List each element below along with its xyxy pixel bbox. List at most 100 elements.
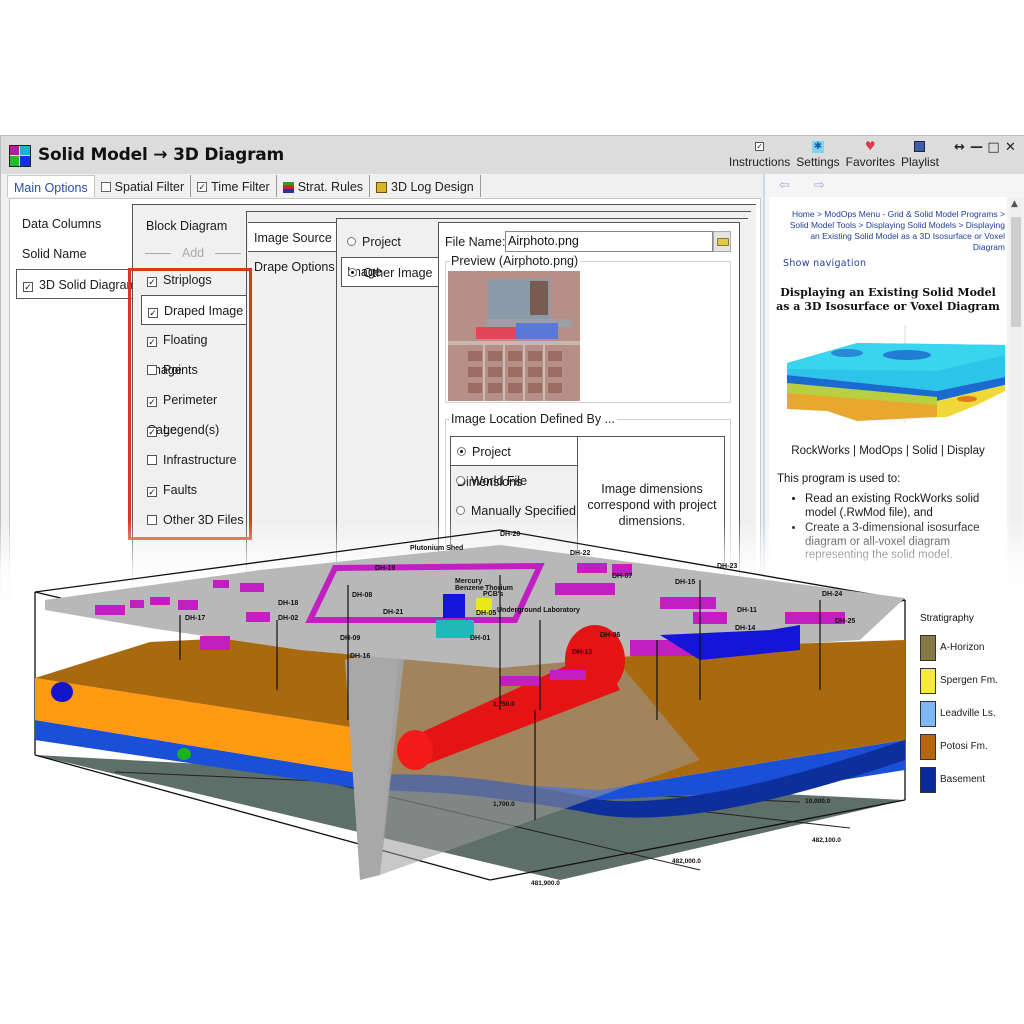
checkbox-checked-icon[interactable]: ✓ bbox=[23, 282, 33, 292]
legend-item: Leadville Ls. bbox=[920, 697, 1020, 730]
legend-item: Potosi Fm. bbox=[920, 730, 1020, 763]
label-dh-22: DH-22 bbox=[570, 550, 590, 557]
radio-icon[interactable] bbox=[456, 506, 465, 515]
label-dh-09: DH-09 bbox=[340, 635, 360, 642]
file-name-input[interactable]: Airphoto.png bbox=[505, 231, 713, 252]
easting-label-482000: 482,000.0 bbox=[672, 858, 701, 865]
legend-swatch bbox=[920, 634, 936, 661]
add-item-button[interactable]: Add bbox=[141, 241, 245, 265]
close-button[interactable]: ✕ bbox=[1002, 140, 1019, 155]
browse-button[interactable] bbox=[713, 231, 731, 252]
menu-item-perimeter-cage[interactable]: ✓ Perimeter Cage bbox=[141, 385, 245, 437]
radio-project-image[interactable]: Project Image bbox=[341, 227, 439, 279]
tab-spatial-filter[interactable]: Spatial Filter bbox=[95, 175, 192, 197]
tab-label: Spatial Filter bbox=[114, 180, 185, 194]
window-title: Solid Model → 3D Diagram bbox=[38, 145, 285, 165]
easting-label-482100: 482,100.0 bbox=[812, 837, 841, 844]
checkbox-icon: ✓ bbox=[755, 142, 765, 151]
label-dh-11: DH-11 bbox=[737, 607, 757, 614]
menu-item-striplogs[interactable]: ✓ Striplogs bbox=[141, 265, 245, 295]
menu-item-drape-options[interactable]: Drape Options bbox=[248, 252, 336, 282]
settings-button[interactable]: ✱ Settings bbox=[796, 140, 840, 169]
tab-3d-log-design[interactable]: 3D Log Design bbox=[370, 175, 481, 197]
radio-icon[interactable] bbox=[347, 237, 356, 246]
menu-item-legends[interactable]: ✓ Legend(s) bbox=[141, 415, 245, 445]
favorites-label: Favorites bbox=[845, 155, 895, 169]
forward-arrow-icon[interactable]: ⇨ bbox=[814, 178, 825, 193]
help-navigation: ⇦ ⇨ bbox=[779, 178, 825, 193]
instructions-label: Instructions bbox=[728, 155, 791, 169]
strat-rules-icon bbox=[282, 181, 294, 193]
help-breadcrumb[interactable]: Home > ModOps Menu - Grid & Solid Model … bbox=[779, 209, 1005, 253]
checkbox-icon[interactable] bbox=[147, 455, 157, 465]
resize-icon[interactable]: ↔ bbox=[951, 140, 968, 155]
back-arrow-icon[interactable]: ⇦ bbox=[779, 178, 790, 193]
scroll-up-icon[interactable]: ▲ bbox=[1011, 199, 1018, 209]
item-label: Legend(s) bbox=[163, 423, 220, 437]
label-pcbs: PCB's bbox=[483, 591, 503, 598]
legend-swatch bbox=[920, 766, 936, 793]
radio-selected-icon[interactable] bbox=[457, 447, 466, 456]
menu-item-points[interactable]: Points bbox=[141, 355, 245, 385]
northing-label: 10,000.0 bbox=[805, 798, 831, 805]
label-dh-01: DH-01 bbox=[470, 635, 490, 642]
help-title: Displaying an Existing Solid Model as a … bbox=[776, 286, 1000, 313]
menu-item-draped-image[interactable]: ✓ Draped Image bbox=[141, 295, 247, 325]
product-path[interactable]: RockWorks | ModOps | Solid | Display bbox=[769, 445, 1007, 457]
item-label: Faults bbox=[163, 483, 198, 497]
radio-icon[interactable] bbox=[456, 476, 465, 485]
show-navigation-link[interactable]: Show navigation bbox=[783, 258, 866, 269]
menu-item-3d-solid-diagram[interactable]: ✓ 3D Solid Diagram bbox=[16, 269, 140, 299]
menu-item-infrastructure[interactable]: Infrastructure bbox=[141, 445, 245, 475]
checkbox-checked-icon[interactable]: ✓ bbox=[147, 427, 157, 437]
label-dh-07: DH-07 bbox=[612, 573, 632, 580]
legend-swatch bbox=[920, 700, 936, 727]
elevation-label-1700: 1,700.0 bbox=[493, 801, 515, 808]
label-dh-15: DH-15 bbox=[675, 579, 695, 586]
legend-item: Basement bbox=[920, 763, 1020, 796]
label-plutonium-shed: Plutonium Shed bbox=[410, 545, 463, 552]
menu-item-image-source[interactable]: Image Source bbox=[248, 222, 338, 252]
window-controls: ↔ — □ ✕ bbox=[951, 140, 1019, 155]
log-design-icon bbox=[376, 181, 388, 193]
instructions-button[interactable]: ✓ Instructions bbox=[729, 140, 790, 169]
checkbox-checked-icon[interactable]: ✓ bbox=[147, 277, 157, 287]
favorites-button[interactable]: ♥ Favorites bbox=[845, 140, 895, 170]
menu-item-data-columns[interactable]: Data Columns bbox=[16, 209, 134, 239]
option-label: Other Image bbox=[363, 266, 433, 280]
playlist-button[interactable]: Playlist bbox=[901, 140, 939, 169]
label-dh-02: DH-02 bbox=[278, 615, 298, 622]
playlist-label: Playlist bbox=[900, 155, 939, 169]
checkbox-checked-icon[interactable]: ✓ bbox=[147, 397, 157, 407]
menu-item-floating-image[interactable]: ✓ Floating Image bbox=[141, 325, 245, 377]
main-tabs: Main Options Spatial Filter ✓ Time Filter… bbox=[7, 175, 481, 197]
level1-list: Data Columns Solid Name ✓ 3D Solid Diagra… bbox=[16, 209, 140, 299]
checkbox-checked-icon[interactable]: ✓ bbox=[147, 487, 157, 497]
folder-icon bbox=[717, 238, 729, 246]
radio-world-file[interactable]: World File bbox=[450, 466, 576, 496]
tab-strat-rules[interactable]: Strat. Rules bbox=[277, 175, 371, 197]
preview-label: Preview (Airphoto.png) bbox=[449, 254, 581, 268]
image-location-label: Image Location Defined By ... bbox=[449, 412, 617, 426]
checkbox-icon[interactable] bbox=[147, 365, 157, 375]
radio-selected-icon[interactable] bbox=[348, 268, 357, 277]
menu-item-solid-name[interactable]: Solid Name bbox=[16, 239, 134, 269]
minimize-button[interactable]: — bbox=[968, 140, 985, 155]
maximize-button[interactable]: □ bbox=[985, 140, 1002, 155]
voxel-diagram-svg bbox=[787, 325, 1005, 423]
radio-other-image[interactable]: Other Image bbox=[341, 257, 441, 287]
menu-item-faults[interactable]: ✓ Faults bbox=[141, 475, 245, 505]
radio-project-dimensions[interactable]: Project Dimensions bbox=[450, 436, 578, 489]
label-dh-20: DH-20 bbox=[500, 531, 520, 538]
book-plus-icon bbox=[913, 140, 927, 153]
legend-label: Potosi Fm. bbox=[940, 741, 988, 752]
checkbox-checked-icon[interactable]: ✓ bbox=[148, 308, 158, 318]
block-diagram-heading: Block Diagram bbox=[146, 219, 228, 233]
tab-time-filter[interactable]: ✓ Time Filter bbox=[191, 175, 277, 197]
checkbox-checked-icon[interactable]: ✓ bbox=[197, 182, 208, 192]
scroll-thumb[interactable] bbox=[1011, 217, 1021, 327]
tab-main-options[interactable]: Main Options bbox=[7, 175, 95, 197]
checkbox-icon[interactable] bbox=[100, 182, 111, 192]
label-benzene: Benzene bbox=[455, 585, 484, 592]
checkbox-checked-icon[interactable]: ✓ bbox=[147, 337, 157, 347]
